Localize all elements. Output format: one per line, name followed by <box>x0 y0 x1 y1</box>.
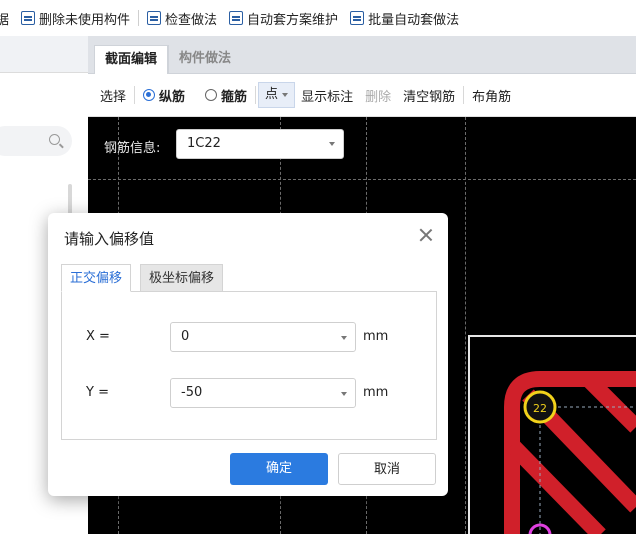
chevron-down-icon[interactable] <box>341 392 347 396</box>
batch-icon <box>350 11 365 25</box>
dialog-title: 请输入偏移值 <box>64 230 155 248</box>
rebar-info-value: 1C22 <box>187 136 221 151</box>
check-icon <box>147 11 162 25</box>
rebar-info-label: 钢筋信息: <box>104 141 161 156</box>
x-unit: mm <box>363 329 389 344</box>
cut-off-label: 据 <box>0 12 10 28</box>
top-toolbar: 据 删除未使用构件 检查做法 自动套方案维护 批量自动套做法 <box>0 0 636 37</box>
rebar-info-select[interactable]: 1C22 <box>176 129 344 159</box>
tab-polar-offset[interactable]: 极坐标偏移 <box>140 264 224 292</box>
separator <box>134 86 136 104</box>
rebar-size-label: 22 <box>533 402 547 415</box>
auto-plan-button[interactable]: 自动套方案维护 <box>223 9 344 28</box>
search-icon[interactable] <box>49 134 60 145</box>
section-toolbar: 选择 纵筋 箍筋 点 显示标注 删除 清空钢筋 布角筋 <box>88 74 636 117</box>
x-label: X = <box>86 329 110 344</box>
chevron-down-icon <box>329 142 335 146</box>
y-offset-value: -50 <box>181 385 203 400</box>
point-dropdown-label: 点 <box>265 87 279 102</box>
x-offset-value: 0 <box>181 329 190 344</box>
cancel-button[interactable]: 取消 <box>338 453 436 485</box>
batch-auto-label: 批量自动套做法 <box>368 12 460 28</box>
close-icon[interactable] <box>418 227 434 243</box>
radio-stirrup-label: 箍筋 <box>221 89 248 105</box>
radio-longitudinal[interactable]: 纵筋 <box>137 86 191 105</box>
search-input[interactable] <box>0 126 72 156</box>
tab-orthogonal-offset[interactable]: 正交偏移 <box>61 264 132 292</box>
list-icon <box>21 11 36 25</box>
delete-unused-button[interactable]: 删除未使用构件 <box>15 9 136 28</box>
tab-section-edit[interactable]: 截面编辑 <box>94 45 169 74</box>
y-offset-input[interactable]: -50 <box>170 378 356 408</box>
y-label: Y = <box>86 385 109 400</box>
x-offset-input[interactable]: 0 <box>170 322 356 352</box>
check-method-label: 检查做法 <box>165 12 218 28</box>
auto-icon <box>229 11 244 25</box>
offset-dialog: 请输入偏移值 正交偏移 极坐标偏移 X = 0 mm Y = -50 mm 确定… <box>48 213 448 496</box>
corner-rebar-button[interactable]: 布角筋 <box>466 86 517 105</box>
check-method-button[interactable]: 检查做法 <box>141 9 223 28</box>
radio-unchecked-icon <box>205 89 218 101</box>
clear-rebar-button[interactable]: 清空钢筋 <box>397 86 461 105</box>
radio-stirrup[interactable]: 箍筋 <box>199 86 253 105</box>
auto-plan-label: 自动套方案维护 <box>247 12 339 28</box>
chevron-down-icon[interactable] <box>341 336 347 340</box>
tab-component-method[interactable]: 构件做法 <box>168 45 241 73</box>
offset-panel: X = 0 mm Y = -50 mm <box>61 291 437 440</box>
grid-line <box>88 179 636 180</box>
chevron-down-icon <box>282 93 289 97</box>
delete-unused-label: 删除未使用构件 <box>39 12 131 28</box>
left-panel-header <box>0 36 88 73</box>
separator <box>138 10 140 26</box>
radio-checked-icon <box>143 89 156 101</box>
rebar-drawing[interactable]: 22 <box>468 335 636 534</box>
batch-auto-button[interactable]: 批量自动套做法 <box>344 9 465 28</box>
point-dropdown[interactable]: 点 <box>258 82 296 108</box>
ok-button[interactable]: 确定 <box>230 453 328 485</box>
y-unit: mm <box>363 385 389 400</box>
select-button[interactable]: 选择 <box>88 86 132 105</box>
show-annotation-button[interactable]: 显示标注 <box>295 86 359 105</box>
editor-tabbar: 截面编辑 构件做法 <box>88 36 636 74</box>
delete-button[interactable]: 删除 <box>359 86 397 105</box>
separator <box>463 86 465 104</box>
radio-longitudinal-label: 纵筋 <box>159 89 186 105</box>
separator <box>255 86 257 104</box>
